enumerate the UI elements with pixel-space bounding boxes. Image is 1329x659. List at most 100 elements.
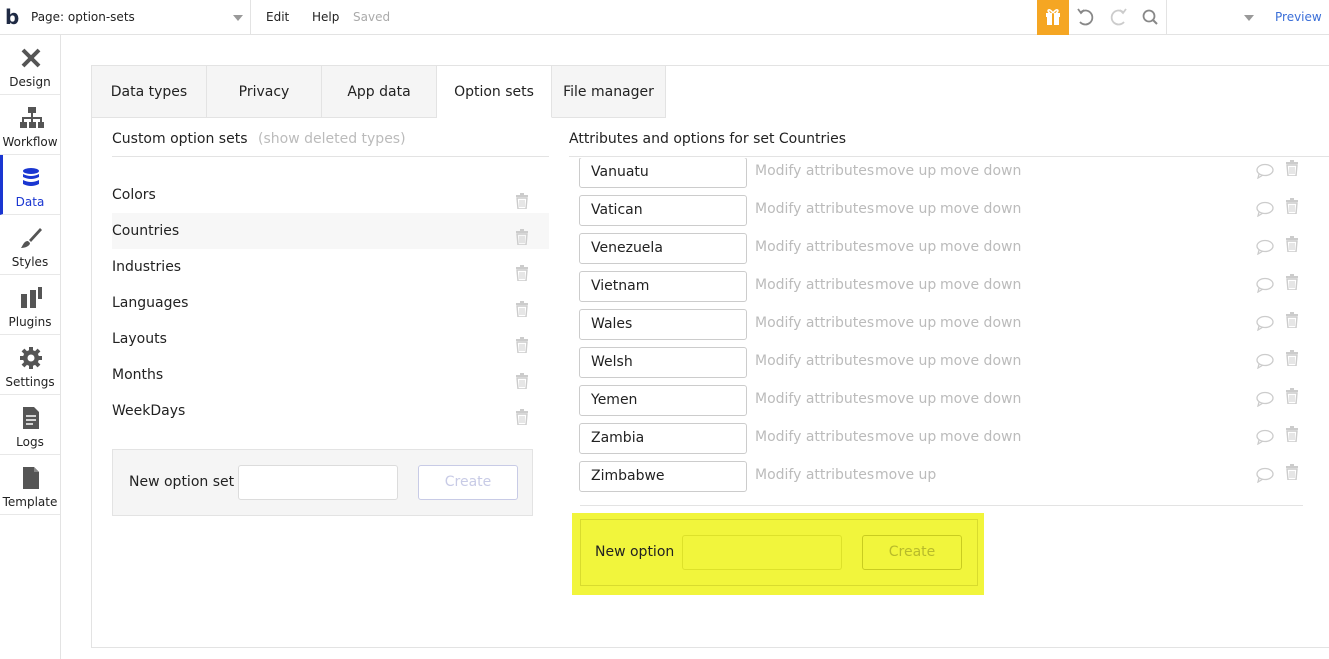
sidebar-item-template[interactable]: Template — [0, 455, 60, 515]
trash-icon[interactable] — [1285, 160, 1299, 180]
move-down-link[interactable]: move down — [940, 277, 1021, 293]
option-set-row[interactable]: Months — [112, 357, 549, 393]
option-set-name: WeekDays — [112, 403, 186, 419]
move-up-link[interactable]: move up — [875, 391, 936, 407]
create-option-set-button[interactable]: Create — [418, 465, 518, 500]
trash-icon[interactable] — [1285, 274, 1299, 294]
tab-privacy[interactable]: Privacy — [207, 66, 322, 118]
move-down-link[interactable]: move down — [940, 315, 1021, 331]
edit-menu[interactable]: Edit — [266, 0, 289, 35]
modify-attributes-link[interactable]: Modify attributes — [755, 315, 874, 331]
template-icon — [23, 467, 39, 489]
tab-file-manager[interactable]: File manager — [552, 66, 666, 118]
move-down-link[interactable]: move down — [940, 391, 1021, 407]
option-name-input[interactable]: Welsh — [579, 347, 747, 378]
redo-icon[interactable] — [1102, 0, 1134, 35]
option-name-input[interactable]: Vatican — [579, 195, 747, 226]
sidebar-item-data[interactable]: Data — [0, 155, 60, 215]
comment-icon[interactable] — [1256, 353, 1274, 373]
new-option-input[interactable] — [682, 535, 842, 570]
modify-attributes-link[interactable]: Modify attributes — [755, 239, 874, 255]
comment-icon[interactable] — [1256, 429, 1274, 449]
modify-attributes-link[interactable]: Modify attributes — [755, 429, 874, 445]
modify-attributes-link[interactable]: Modify attributes — [755, 201, 874, 217]
create-option-button[interactable]: Create — [862, 535, 962, 570]
trash-icon[interactable] — [1285, 388, 1299, 408]
option-row: Venezuela Modify attributes move up move do… — [579, 233, 1319, 265]
trash-icon[interactable] — [1285, 312, 1299, 332]
option-set-row[interactable]: Colors — [112, 177, 549, 213]
page-selector[interactable]: Page: option-sets — [31, 0, 251, 35]
move-up-link[interactable]: move up — [875, 201, 936, 217]
move-up-link[interactable]: move up — [875, 163, 936, 179]
sidebar-item-label: Settings — [5, 375, 55, 389]
search-icon[interactable] — [1134, 0, 1166, 35]
option-name-input[interactable]: Venezuela — [579, 233, 747, 264]
new-option-set-label: New option set — [129, 474, 235, 490]
help-menu[interactable]: Help — [312, 0, 339, 35]
move-down-link[interactable]: move down — [940, 239, 1021, 255]
option-set-row[interactable]: Industries — [112, 249, 549, 285]
option-name-input[interactable]: Vanuatu — [579, 158, 747, 188]
modify-attributes-link[interactable]: Modify attributes — [755, 467, 874, 483]
option-set-row[interactable]: Languages — [112, 285, 549, 321]
comment-icon[interactable] — [1256, 277, 1274, 297]
modify-attributes-link[interactable]: Modify attributes — [755, 353, 874, 369]
bubble-logo[interactable]: b — [5, 6, 25, 28]
move-down-link[interactable]: move down — [940, 163, 1021, 179]
trash-icon[interactable] — [515, 403, 529, 439]
trash-icon[interactable] — [1285, 426, 1299, 446]
modify-attributes-link[interactable]: Modify attributes — [755, 163, 874, 179]
sidebar-item-plugins[interactable]: Plugins — [0, 275, 60, 335]
sidebar-item-label: Plugins — [8, 315, 52, 329]
option-name-input[interactable]: Zambia — [579, 423, 747, 454]
move-up-link[interactable]: move up — [875, 277, 936, 293]
move-up-link[interactable]: move up — [875, 315, 936, 331]
trash-icon[interactable] — [1285, 350, 1299, 370]
gift-icon[interactable] — [1037, 0, 1069, 35]
sidebar-item-settings[interactable]: Settings — [0, 335, 60, 395]
move-up-link[interactable]: move up — [875, 429, 936, 445]
attributes-title: Attributes and options for set Countries — [569, 131, 847, 147]
option-set-row[interactable]: WeekDays — [112, 393, 549, 429]
sidebar-item-styles[interactable]: Styles — [0, 215, 60, 275]
move-down-link[interactable]: move down — [940, 353, 1021, 369]
trash-icon[interactable] — [1285, 464, 1299, 484]
modify-attributes-link[interactable]: Modify attributes — [755, 391, 874, 407]
move-up-link[interactable]: move up — [875, 239, 936, 255]
modify-attributes-link[interactable]: Modify attributes — [755, 277, 874, 293]
comment-icon[interactable] — [1256, 163, 1274, 183]
trash-icon[interactable] — [1285, 198, 1299, 218]
comment-icon[interactable] — [1256, 239, 1274, 259]
undo-icon[interactable] — [1070, 0, 1102, 35]
option-set-row[interactable]: Layouts — [112, 321, 549, 357]
sidebar-item-design[interactable]: Design — [0, 35, 60, 95]
tab-data-types[interactable]: Data types — [92, 66, 207, 118]
tab-bar-fill — [666, 66, 1329, 118]
comment-icon[interactable] — [1256, 391, 1274, 411]
option-set-row[interactable]: Countries — [112, 213, 549, 249]
option-set-name: Languages — [112, 295, 189, 311]
move-up-link[interactable]: move up — [875, 353, 936, 369]
comment-icon[interactable] — [1256, 315, 1274, 335]
trash-icon[interactable] — [1285, 236, 1299, 256]
move-up-link[interactable]: move up — [875, 467, 936, 483]
new-option-set-input[interactable] — [238, 465, 398, 500]
sidebar-item-logs[interactable]: Logs — [0, 395, 60, 455]
sidebar: Design Workflow Data Styles Plugins Sett… — [0, 35, 61, 659]
preview-link[interactable]: Preview — [1275, 0, 1322, 35]
tab-app-data[interactable]: App data — [322, 66, 437, 118]
move-down-link[interactable]: move down — [940, 429, 1021, 445]
sidebar-item-workflow[interactable]: Workflow — [0, 95, 60, 155]
tab-option-sets[interactable]: Option sets — [437, 66, 552, 118]
comment-icon[interactable] — [1256, 201, 1274, 221]
option-name-input[interactable]: Zimbabwe — [579, 461, 747, 492]
option-name-input[interactable]: Yemen — [579, 385, 747, 416]
option-name-input[interactable]: Vietnam — [579, 271, 747, 302]
version-selector[interactable] — [1166, 0, 1266, 35]
option-row: Wales Modify attributes move up move down — [579, 309, 1319, 341]
move-down-link[interactable]: move down — [940, 201, 1021, 217]
option-name-input[interactable]: Wales — [579, 309, 747, 340]
show-deleted-types-link[interactable]: (show deleted types) — [258, 131, 406, 147]
comment-icon[interactable] — [1256, 467, 1274, 487]
